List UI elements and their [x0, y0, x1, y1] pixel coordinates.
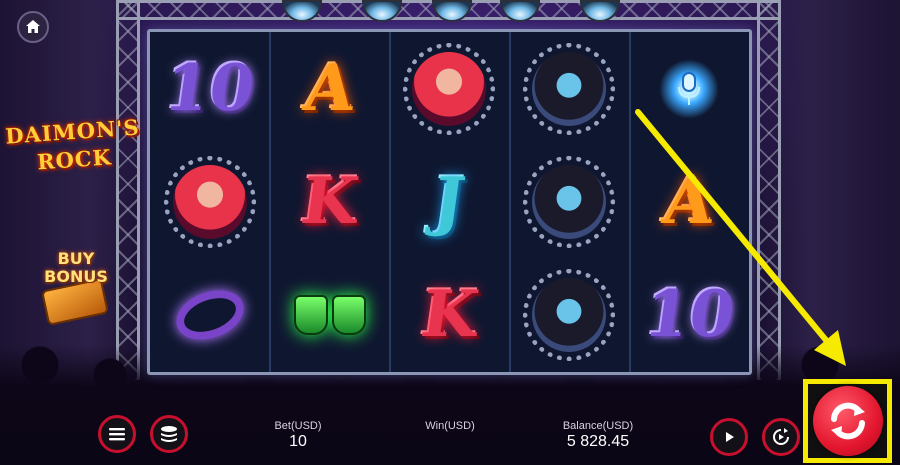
- balance-label: Balance(USD): [562, 420, 634, 432]
- stage-truss-left: [116, 0, 140, 380]
- drum: [331, 295, 366, 336]
- bet-display: Bet(USD) 10: [268, 420, 328, 451]
- drums-symbol: [270, 259, 390, 372]
- spin-arrows-icon: [831, 402, 865, 440]
- logo-text: DAIMON'S ROCK: [4, 114, 141, 175]
- drum: [293, 295, 328, 336]
- chain-frame: [403, 42, 496, 135]
- bet-value: 10: [289, 433, 307, 450]
- male-singer-symbol: [509, 259, 629, 372]
- play-icon: [726, 432, 734, 442]
- buy-bonus-label: BUY BONUS: [44, 249, 108, 286]
- female-singer-symbol: [390, 32, 510, 145]
- male-singer-portrait: [532, 278, 607, 353]
- menu-button[interactable]: [98, 415, 136, 453]
- k-symbol: K: [390, 259, 510, 372]
- balance-value: 5 828.45: [566, 433, 630, 450]
- microphone-icon: [659, 58, 720, 119]
- play-button[interactable]: [710, 418, 748, 456]
- male-singer-symbol: [509, 145, 629, 258]
- buy-bonus-button[interactable]: BUY BONUS: [36, 249, 116, 327]
- game-logo: DAIMON'S ROCK: [4, 114, 141, 188]
- win-label: Win(USD): [425, 420, 475, 432]
- a-symbol: A: [629, 145, 749, 258]
- female-singer-symbol: [150, 145, 270, 258]
- autoplay-button[interactable]: [762, 418, 800, 456]
- a-symbol-text: A: [659, 163, 720, 239]
- ten-symbol: 10: [629, 259, 749, 372]
- male-singer-portrait: [532, 51, 607, 126]
- j-symbol-text: J: [429, 163, 470, 239]
- chain-frame: [163, 155, 256, 248]
- j-symbol: J: [390, 145, 510, 258]
- female-singer-portrait: [412, 51, 487, 126]
- k-symbol: K: [270, 145, 390, 258]
- chain-frame: [523, 269, 616, 362]
- drums-icon: [293, 295, 366, 336]
- home-button[interactable]: [17, 11, 49, 43]
- win-display: Win(USD): [418, 420, 482, 433]
- hamburger-menu-icon: [109, 428, 125, 441]
- ten-symbol-text: 10: [160, 50, 260, 126]
- home-icon: [26, 20, 40, 33]
- autoplay-icon: [773, 428, 789, 445]
- ten-symbol: 10: [150, 32, 270, 145]
- male-singer-symbol: [509, 32, 629, 145]
- bet-settings-button[interactable]: [150, 415, 188, 453]
- spiked-ring-icon: [169, 281, 251, 349]
- bet-label: Bet(USD): [274, 420, 322, 432]
- coin-stack-icon: [161, 426, 177, 442]
- a-symbol-text: A: [299, 50, 360, 126]
- ten-symbol-text: 10: [639, 277, 739, 353]
- a-symbol: A: [270, 32, 390, 145]
- k-symbol-text: K: [416, 277, 483, 353]
- female-singer-portrait: [172, 164, 247, 239]
- spin-button[interactable]: [813, 386, 883, 456]
- chain-frame: [523, 155, 616, 248]
- chain-frame: [523, 42, 616, 135]
- microphone-symbol: [629, 32, 749, 145]
- stage-truss-right: [757, 0, 781, 380]
- male-singer-portrait: [532, 164, 607, 239]
- spiked-ring-symbol: [150, 259, 270, 372]
- k-symbol-text: K: [296, 163, 363, 239]
- balance-display: Balance(USD) 5 828.45: [546, 420, 650, 451]
- reel-grid: 10 A K J A K 10: [147, 29, 752, 375]
